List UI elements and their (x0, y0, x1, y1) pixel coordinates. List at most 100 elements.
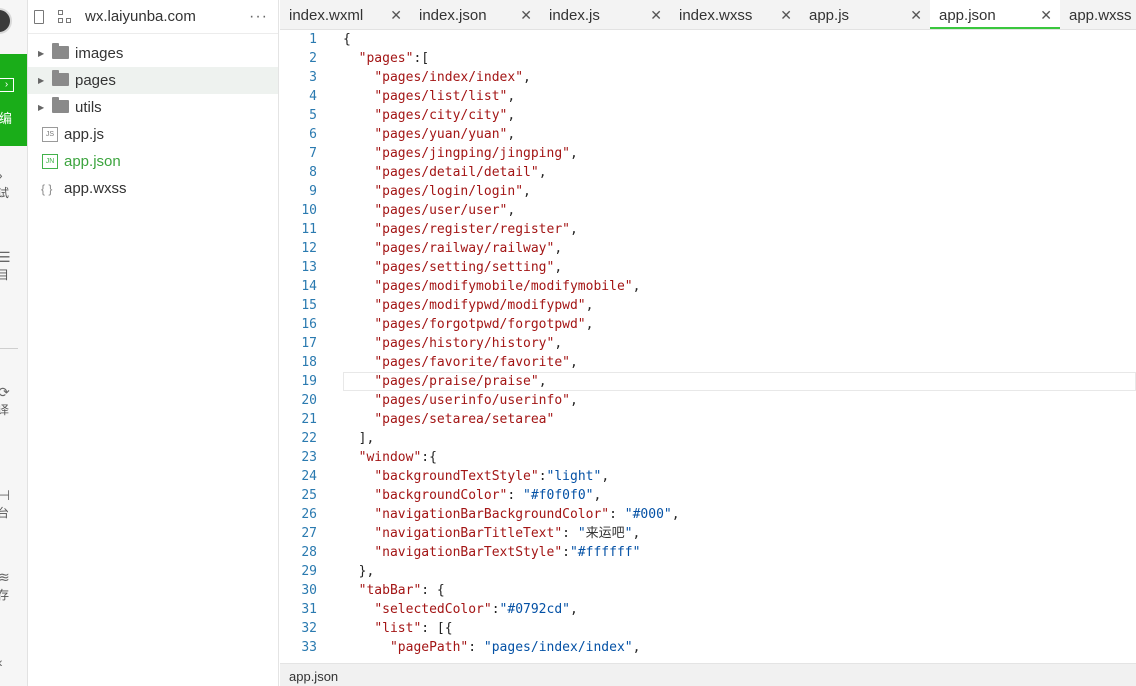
activity-back[interactable]: ‹ (0, 655, 27, 686)
code-line[interactable]: 16 "pages/forgotpwd/forgotpwd", (280, 315, 1136, 334)
activity-debug[interactable]: ›试 (0, 168, 27, 208)
code-line[interactable]: 19 "pages/praise/praise", (280, 372, 1136, 391)
close-icon[interactable]: ✕ (520, 7, 532, 24)
code-line[interactable]: 3 "pages/index/index", (280, 68, 1136, 87)
cache-icon: ≋ (0, 570, 10, 584)
code-line[interactable]: 20 "pages/userinfo/userinfo", (280, 391, 1136, 410)
line-code: "pages/user/user", (343, 201, 515, 220)
close-icon[interactable]: ✕ (910, 7, 922, 24)
code-line[interactable]: 18 "pages/favorite/favorite", (280, 353, 1136, 372)
code-line[interactable]: 24 "backgroundTextStyle":"light", (280, 467, 1136, 486)
code-line[interactable]: 21 "pages/setarea/setarea" (280, 410, 1136, 429)
code-line[interactable]: 8 "pages/detail/detail", (280, 163, 1136, 182)
code-token: "pages/modifypwd/modifypwd" (374, 298, 586, 313)
activity-bar: › 编 ›试☰目⟳译⊣台≋存‹ (0, 0, 28, 686)
code-line[interactable]: 5 "pages/city/city", (280, 106, 1136, 125)
code-line[interactable]: 28 "navigationBarTextStyle":"#ffffff" (280, 543, 1136, 562)
editor-label: 编 (0, 112, 13, 127)
code-token: "light" (546, 469, 602, 484)
folder-icon (52, 97, 69, 113)
translate-icon: ⟳ (0, 385, 10, 399)
line-number: 26 (301, 507, 317, 522)
code-line[interactable]: 23 "window":{ (280, 448, 1136, 467)
code-line[interactable]: 29 }, (280, 562, 1136, 581)
tab-index-js[interactable]: index.js ✕ (540, 0, 670, 29)
tree-item-app-js[interactable]: JS app.js (28, 121, 278, 148)
code-token: "pages/city/city" (374, 108, 508, 123)
more-options-button[interactable]: ··· (249, 8, 268, 26)
phone-icon[interactable] (34, 9, 44, 24)
tab-label: app.json (939, 7, 996, 24)
activity-platform[interactable]: ⊣台 (0, 488, 27, 528)
code-line[interactable]: 14 "pages/modifymobile/modifymobile", (280, 277, 1136, 296)
code-line[interactable]: 30 "tabBar": { (280, 581, 1136, 600)
code-token: : (562, 526, 578, 541)
code-line[interactable]: 6 "pages/yuan/yuan", (280, 125, 1136, 144)
code-line[interactable]: 9 "pages/login/login", (280, 182, 1136, 201)
tree-item-pages[interactable]: ▶ pages (28, 67, 278, 94)
code-editor[interactable]: 1{2 "pages":[3 "pages/index/index", 4 "pa… (280, 30, 1136, 660)
code-line[interactable]: 1{ (280, 30, 1136, 49)
tree-item-app-json[interactable]: JN app.json (28, 148, 278, 175)
tab-index-wxml[interactable]: index.wxml ✕ (280, 0, 410, 29)
code-token: "pages/login/login" (374, 184, 524, 199)
line-code: }, (343, 562, 375, 581)
line-code: "tabBar": { (343, 581, 445, 600)
close-icon[interactable]: ✕ (1040, 7, 1052, 24)
project-name: wx.laiyunba.com (85, 8, 196, 25)
tab-app-js[interactable]: app.js ✕ (800, 0, 930, 29)
layout-icon[interactable] (58, 9, 72, 24)
code-line[interactable]: 33 "pagePath": "pages/index/index", (280, 638, 1136, 657)
tree-item-utils[interactable]: ▶ utils (28, 94, 278, 121)
code-line[interactable]: 13 "pages/setting/setting", (280, 258, 1136, 277)
code-token: :[ (413, 51, 430, 66)
chevron-right-icon[interactable]: ▶ (38, 49, 52, 58)
code-line[interactable]: 27 "navigationBarTitleText": "来运吧", (280, 524, 1136, 543)
close-icon[interactable]: ✕ (650, 7, 662, 24)
code-line[interactable]: 25 "backgroundColor": "#f0f0f0", (280, 486, 1136, 505)
line-number: 1 (309, 32, 317, 47)
chevron-right-icon[interactable]: ▶ (38, 76, 52, 85)
code-line[interactable]: 22 ], (280, 429, 1136, 448)
tree-item-app-wxss[interactable]: { } app.wxss (28, 175, 278, 202)
tab-index-json[interactable]: index.json ✕ (410, 0, 540, 29)
chevron-right-icon[interactable]: ▶ (38, 103, 52, 112)
code-token: , (585, 298, 594, 313)
code-line[interactable]: 17 "pages/history/history", (280, 334, 1136, 353)
activity-cache[interactable]: ≋存 (0, 570, 27, 610)
code-line[interactable]: 4 "pages/list/list", (280, 87, 1136, 106)
code-line[interactable]: 31 "selectedColor":"#0792cd", (280, 600, 1136, 619)
code-line[interactable]: 2 "pages":[ (280, 49, 1136, 68)
tab-app-wxss[interactable]: app.wxss (1060, 0, 1136, 29)
line-number: 25 (301, 488, 317, 503)
tab-app-json[interactable]: app.json ✕ (930, 0, 1060, 29)
tree-item-images[interactable]: ▶ images (28, 40, 278, 67)
code-line[interactable]: 26 "navigationBarBackgroundColor": "#000… (280, 505, 1136, 524)
activity-label: 存 (0, 586, 9, 603)
code-line[interactable]: 32 "list": [{ (280, 619, 1136, 638)
activity-translate[interactable]: ⟳译 (0, 385, 27, 425)
code-line[interactable]: 10 "pages/user/user", (280, 201, 1136, 220)
code-line[interactable]: 12 "pages/railway/railway", (280, 239, 1136, 258)
close-icon[interactable]: ✕ (780, 7, 792, 24)
close-icon[interactable]: ✕ (390, 7, 402, 24)
line-code: "pages/city/city", (343, 106, 515, 125)
code-token: , (507, 89, 516, 104)
editor-button[interactable]: › 编 (0, 54, 27, 146)
activity-label: 试 (0, 184, 9, 201)
code-line[interactable]: 11 "pages/register/register", (280, 220, 1136, 239)
avatar[interactable] (0, 8, 12, 34)
tree-item-label: pages (75, 72, 116, 89)
code-line[interactable]: 15 "pages/modifypwd/modifypwd", (280, 296, 1136, 315)
activity-project[interactable]: ☰目 (0, 250, 27, 290)
line-code: ], (343, 429, 375, 448)
tab-index-wxss[interactable]: index.wxss ✕ (670, 0, 800, 29)
code-token: 来运吧 (585, 526, 625, 541)
code-line[interactable]: 7 "pages/jingping/jingping", (280, 144, 1136, 163)
